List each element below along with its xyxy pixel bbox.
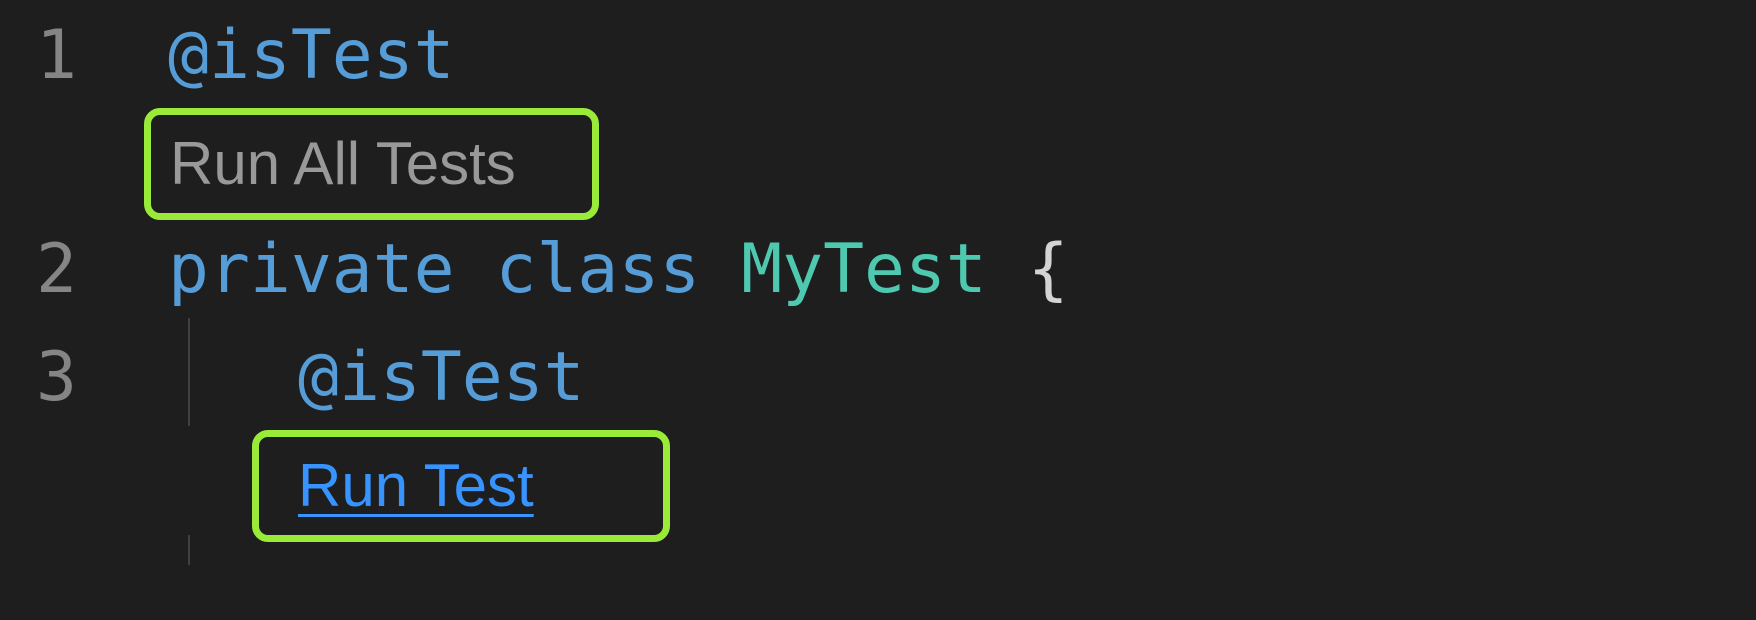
indent-guide-lower <box>188 535 190 565</box>
code-editor[interactable]: 1 @isTest Run All Tests 2 private class … <box>0 0 1756 620</box>
keyword-class: class <box>495 230 701 309</box>
line-number-3: 3 <box>36 338 77 417</box>
open-brace: { <box>1027 230 1069 309</box>
line-number-2: 2 <box>36 230 77 309</box>
class-name: MyTest <box>741 230 987 309</box>
code-line-1-annotation: @isTest <box>168 16 455 95</box>
code-line-2: private class MyTest { <box>168 236 1069 304</box>
indent-guide <box>188 318 190 426</box>
codelens-run-all-tests[interactable]: Run All Tests <box>170 134 516 194</box>
codelens-run-test[interactable]: Run Test <box>298 456 534 516</box>
code-line-3-annotation: @isTest <box>298 338 585 417</box>
keyword-private: private <box>168 230 455 309</box>
line-number-1: 1 <box>36 16 77 95</box>
